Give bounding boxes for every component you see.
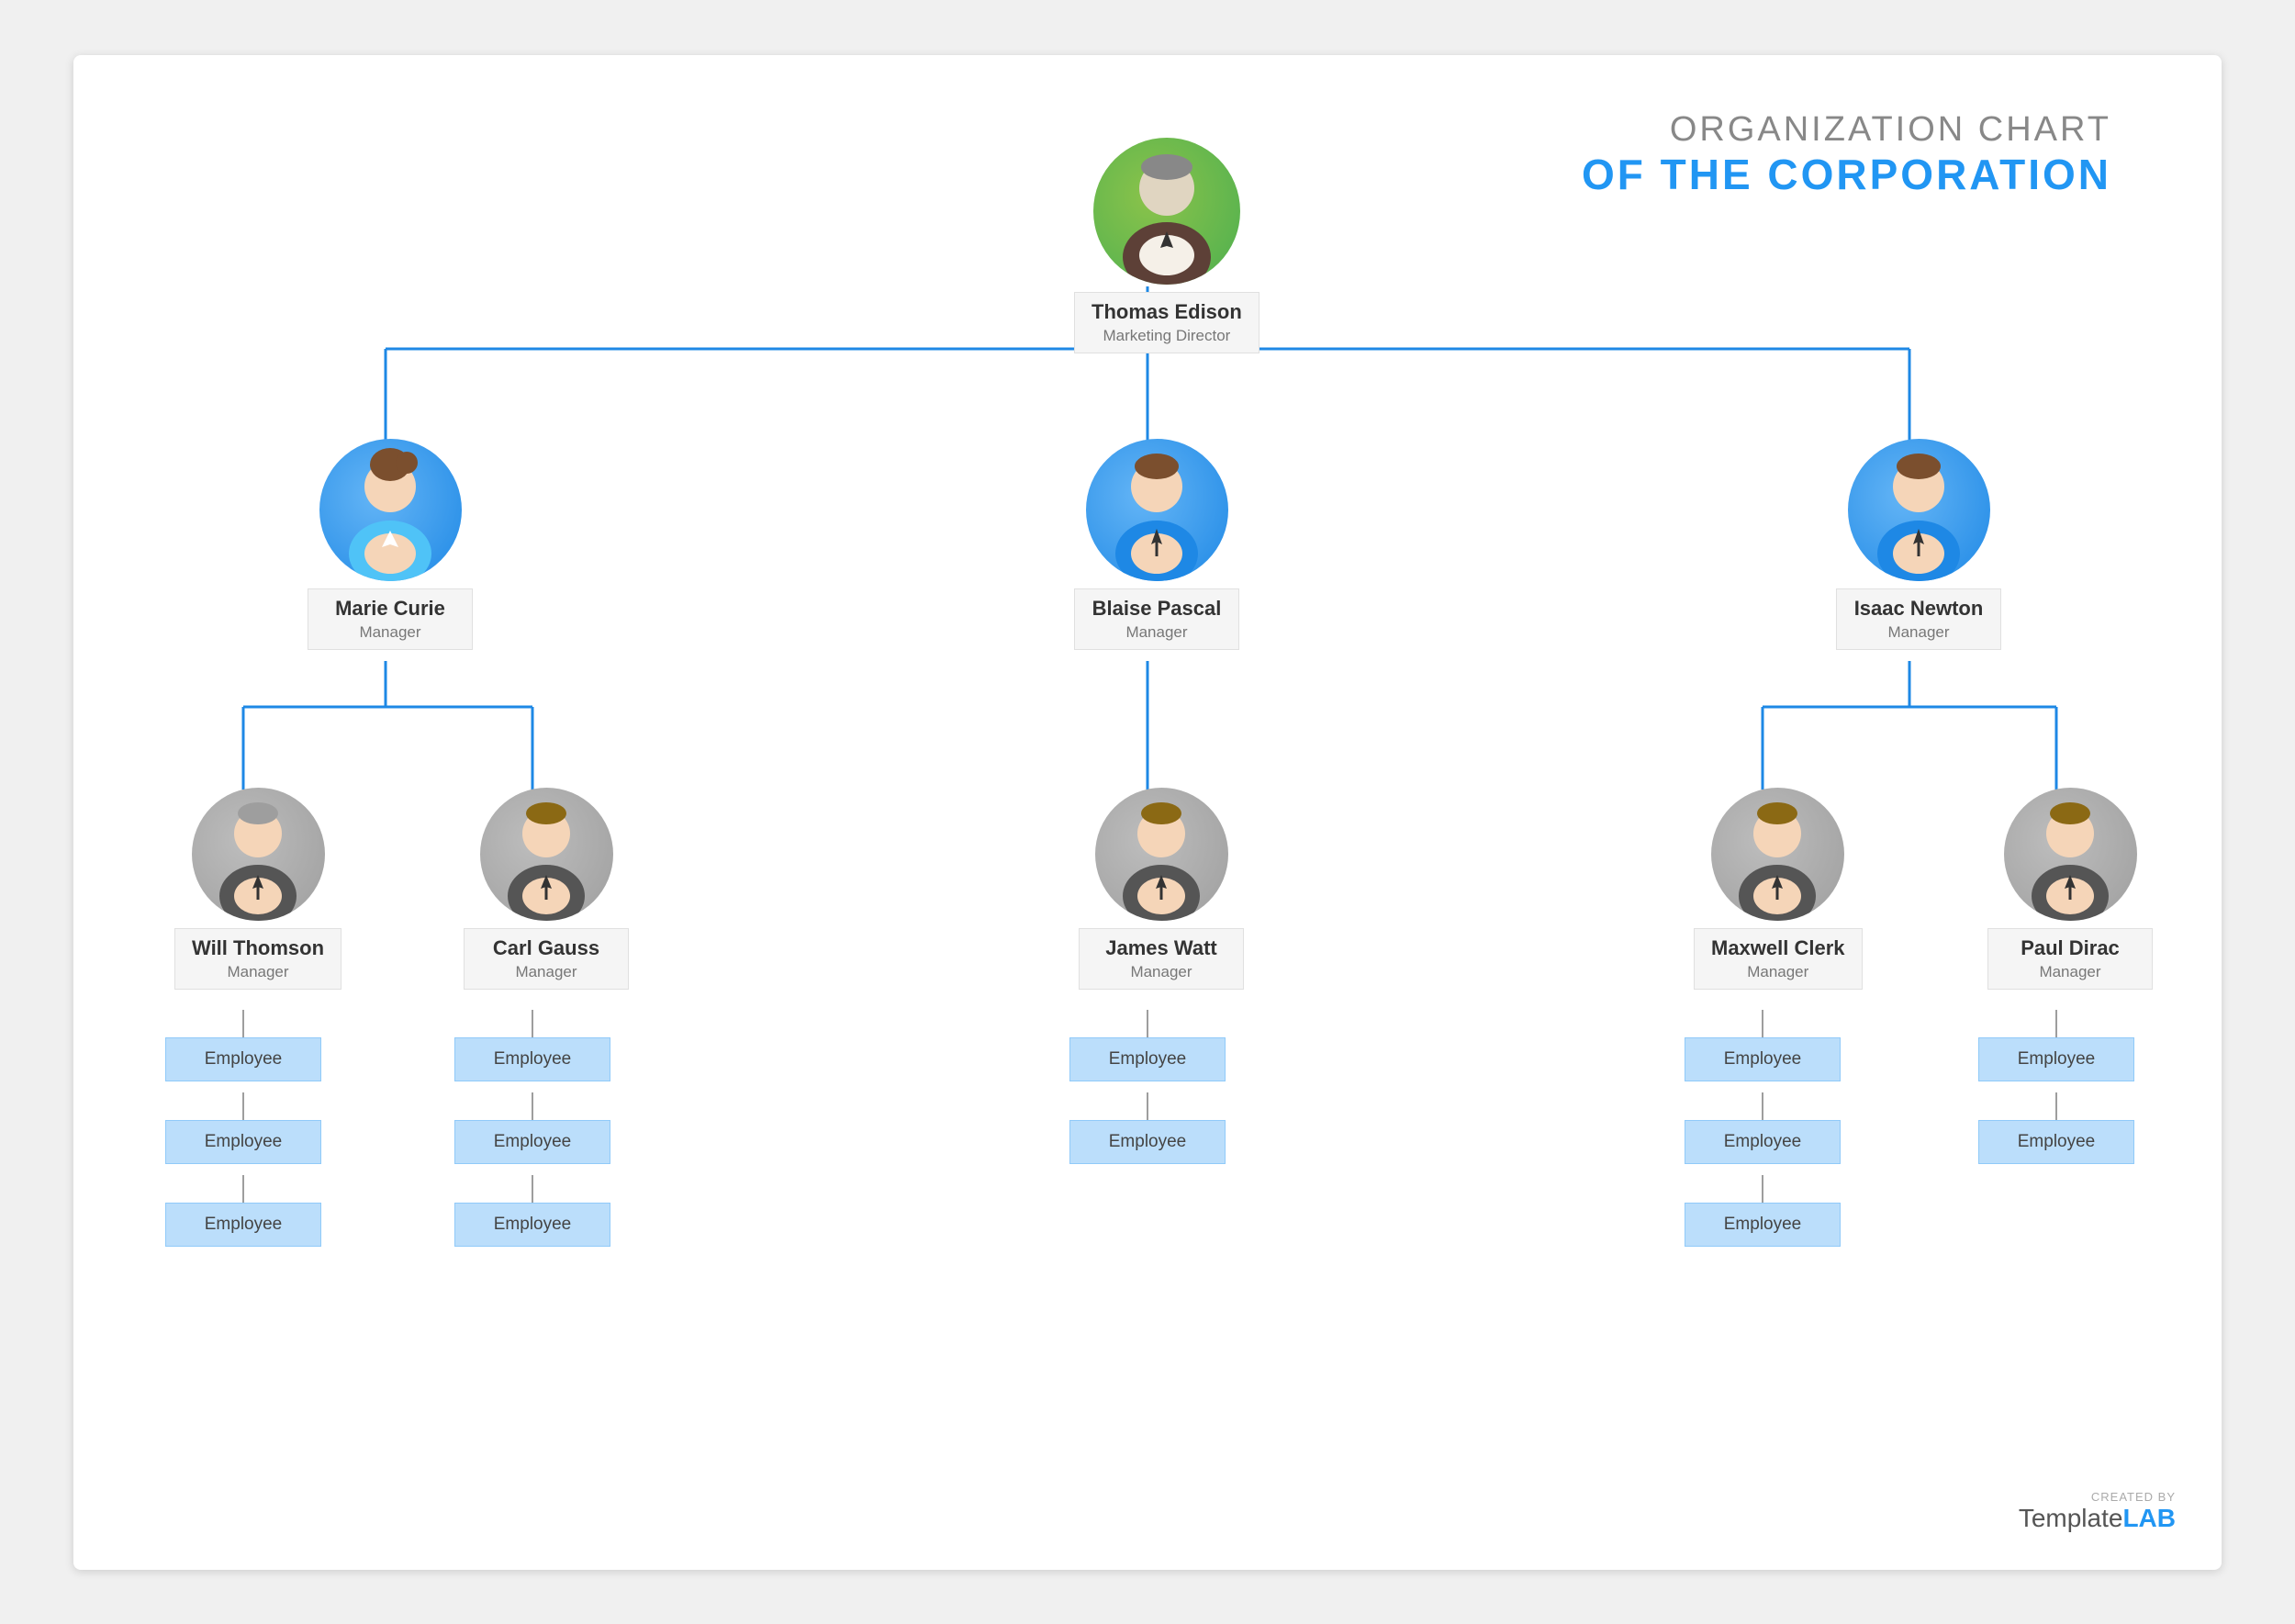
ceo-label: Thomas Edison Marketing Director: [1074, 292, 1259, 353]
ceo-name: Thomas Edison: [1092, 300, 1242, 324]
sub4-role: Manager: [1711, 963, 1845, 981]
sub4-label: Maxwell Clerk Manager: [1694, 928, 1863, 990]
emp-sub5-2: Employee: [1978, 1120, 2134, 1164]
emp-sub2-1: Employee: [454, 1037, 610, 1081]
manager1-role: Manager: [325, 623, 455, 642]
ceo-node: Thomas Edison Marketing Director: [1074, 138, 1259, 353]
title-area: ORGANIZATION CHART OF THE CORPORATION: [1582, 110, 2111, 199]
emp-sub5-1: Employee: [1978, 1037, 2134, 1081]
sub5-name: Paul Dirac: [2005, 936, 2135, 960]
sub2-role: Manager: [481, 963, 611, 981]
sub3-label: James Watt Manager: [1079, 928, 1244, 990]
sub1-node: Will Thomson Manager: [174, 788, 341, 990]
watermark: CREATED BY TemplateLAB: [2019, 1490, 2176, 1533]
emp-sub3-1: Employee: [1069, 1037, 1226, 1081]
manager3-avatar: [1848, 439, 1990, 581]
sub2-avatar: [480, 788, 613, 921]
emp-sub4-3: Employee: [1685, 1203, 1841, 1247]
sub2-label: Carl Gauss Manager: [464, 928, 629, 990]
sub1-avatar: [192, 788, 325, 921]
ceo-avatar: [1093, 138, 1240, 285]
manager1-name: Marie Curie: [325, 597, 455, 621]
sub1-label: Will Thomson Manager: [174, 928, 341, 990]
manager2-role: Manager: [1092, 623, 1222, 642]
sub2-name: Carl Gauss: [481, 936, 611, 960]
manager2-label: Blaise Pascal Manager: [1074, 588, 1239, 650]
emp-sub1-1: Employee: [165, 1037, 321, 1081]
sub2-node: Carl Gauss Manager: [464, 788, 629, 990]
manager3-node: Isaac Newton Manager: [1836, 439, 2001, 650]
sub1-name: Will Thomson: [192, 936, 324, 960]
manager1-label: Marie Curie Manager: [308, 588, 473, 650]
ceo-role: Marketing Director: [1092, 327, 1242, 345]
emp-sub1-3: Employee: [165, 1203, 321, 1247]
manager3-label: Isaac Newton Manager: [1836, 588, 2001, 650]
sub5-label: Paul Dirac Manager: [1987, 928, 2153, 990]
emp-sub2-3: Employee: [454, 1203, 610, 1247]
sub3-node: James Watt Manager: [1079, 788, 1244, 990]
emp-sub2-2: Employee: [454, 1120, 610, 1164]
manager1-avatar: [319, 439, 462, 581]
sub1-role: Manager: [192, 963, 324, 981]
manager1-node: Marie Curie Manager: [308, 439, 473, 650]
sub3-role: Manager: [1096, 963, 1226, 981]
emp-sub3-2: Employee: [1069, 1120, 1226, 1164]
manager2-name: Blaise Pascal: [1092, 597, 1222, 621]
sub3-avatar: [1095, 788, 1228, 921]
manager2-avatar: [1086, 439, 1228, 581]
watermark-brand-light: Template: [2019, 1504, 2123, 1532]
sub4-name: Maxwell Clerk: [1711, 936, 1845, 960]
manager2-node: Blaise Pascal Manager: [1074, 439, 1239, 650]
emp-sub1-2: Employee: [165, 1120, 321, 1164]
watermark-created: CREATED BY: [2091, 1490, 2176, 1504]
sub5-avatar: [2004, 788, 2137, 921]
manager3-role: Manager: [1853, 623, 1984, 642]
sub3-name: James Watt: [1096, 936, 1226, 960]
emp-sub4-1: Employee: [1685, 1037, 1841, 1081]
watermark-brand-bold: LAB: [2122, 1504, 2176, 1532]
page-container: ORGANIZATION CHART OF THE CORPORATION: [73, 55, 2222, 1570]
manager3-name: Isaac Newton: [1853, 597, 1984, 621]
sub5-node: Paul Dirac Manager: [1987, 788, 2153, 990]
sub4-avatar: [1711, 788, 1844, 921]
title-line2: OF THE CORPORATION: [1582, 150, 2111, 199]
sub4-node: Maxwell Clerk Manager: [1694, 788, 1863, 990]
title-line1: ORGANIZATION CHART: [1582, 110, 2111, 150]
emp-sub4-2: Employee: [1685, 1120, 1841, 1164]
sub5-role: Manager: [2005, 963, 2135, 981]
watermark-brand: TemplateLAB: [2019, 1504, 2176, 1533]
